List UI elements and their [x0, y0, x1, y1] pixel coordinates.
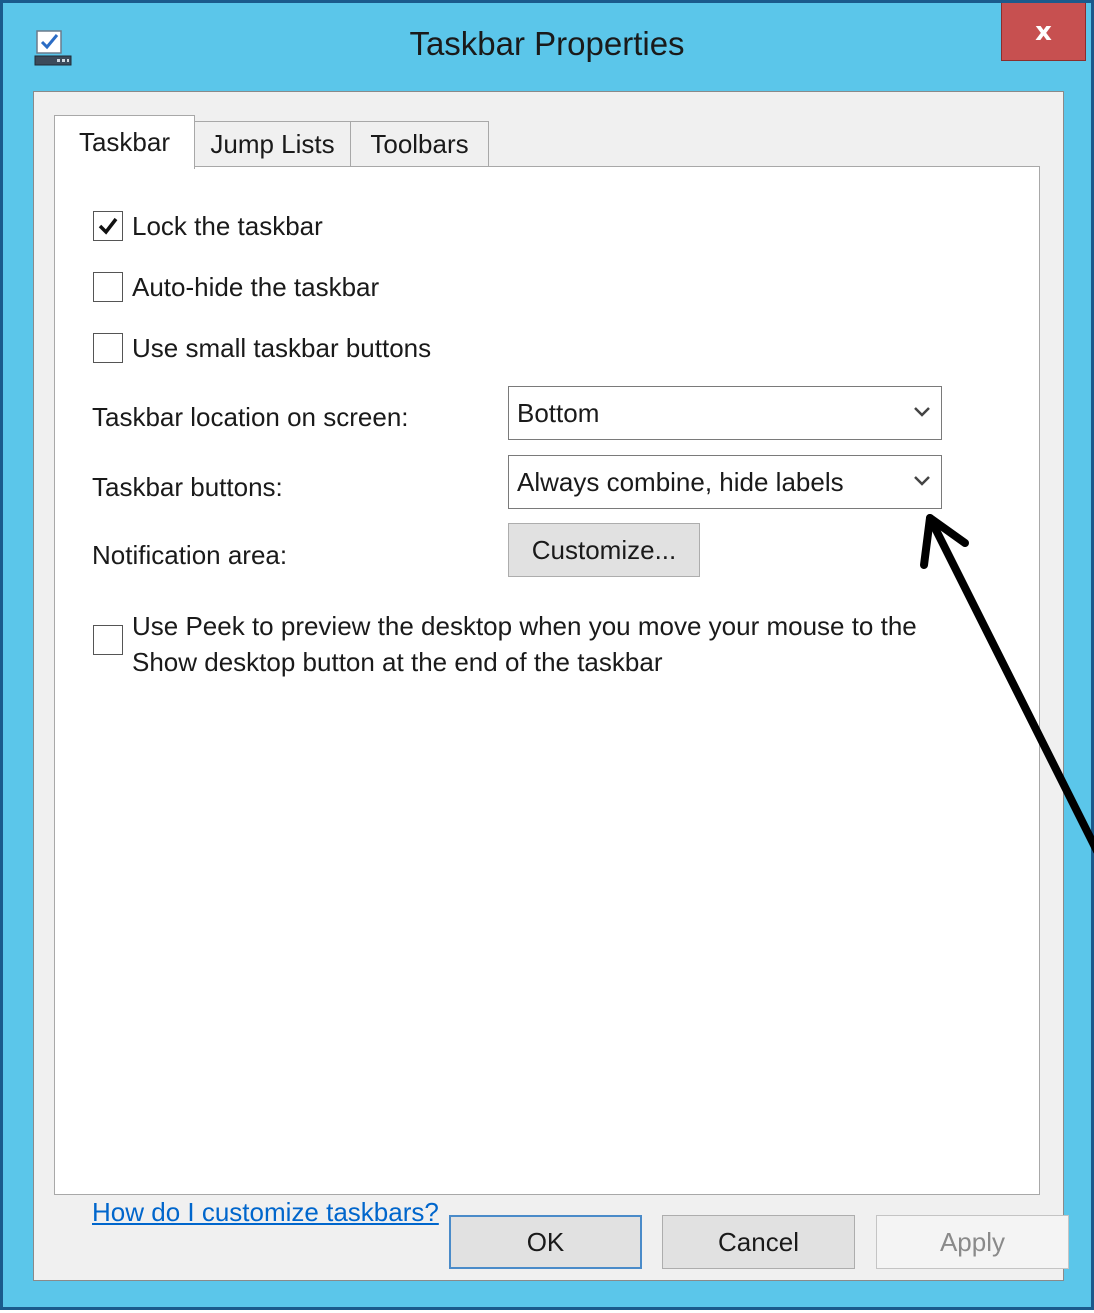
- lock-taskbar-checkbox[interactable]: [93, 211, 123, 241]
- dialog-client-area: Taskbar Jump Lists Toolbars Lock the tas…: [33, 91, 1069, 1281]
- auto-hide-checkbox[interactable]: [93, 272, 123, 302]
- close-icon: x: [1035, 16, 1052, 47]
- close-button[interactable]: x: [1001, 3, 1086, 61]
- peek-checkbox[interactable]: [93, 625, 123, 655]
- taskbar-buttons-dropdown[interactable]: Always combine, hide labels: [508, 455, 942, 509]
- ok-button[interactable]: OK: [449, 1215, 642, 1269]
- peek-label: Use Peek to preview the desktop when you…: [132, 608, 917, 680]
- tab-label: Toolbars: [370, 129, 469, 159]
- location-label: Taskbar location on screen:: [92, 402, 409, 432]
- small-buttons-label: Use small taskbar buttons: [132, 333, 432, 363]
- taskbar-buttons-value: Always combine, hide labels: [517, 466, 844, 497]
- title-bar[interactable]: Taskbar Properties x: [3, 3, 1091, 91]
- small-buttons-checkbox[interactable]: [93, 333, 123, 363]
- checkmark-icon: [98, 217, 118, 235]
- notification-area-label: Notification area:: [92, 540, 288, 570]
- tab-label: Taskbar: [78, 127, 171, 157]
- lock-taskbar-option[interactable]: Lock the taskbar: [93, 211, 323, 242]
- tab-label: Jump Lists: [210, 129, 335, 159]
- chevron-down-icon: [914, 476, 930, 486]
- tab-jump-lists[interactable]: Jump Lists: [194, 121, 351, 167]
- location-dropdown[interactable]: Bottom: [508, 386, 942, 440]
- window-title: Taskbar Properties: [409, 25, 685, 62]
- customize-button[interactable]: Customize...: [508, 523, 700, 577]
- lock-taskbar-label: Lock the taskbar: [132, 211, 323, 241]
- small-buttons-option[interactable]: Use small taskbar buttons: [93, 333, 431, 364]
- peek-label-line1: Use Peek to preview the desktop when you…: [132, 611, 917, 641]
- ok-button-label: OK: [526, 1226, 565, 1257]
- peek-label-line2: Show desktop button at the end of the ta…: [132, 647, 663, 677]
- cancel-button[interactable]: Cancel: [662, 1215, 855, 1269]
- apply-button[interactable]: Apply: [876, 1215, 1069, 1269]
- peek-option[interactable]: Use Peek to preview the desktop when you…: [93, 608, 917, 680]
- taskbar-tab-panel: Lock the taskbar Auto-hide the taskbar U…: [54, 166, 1040, 1227]
- help-link[interactable]: How do I customize taskbars?: [92, 1197, 439, 1228]
- taskbar-buttons-label: Taskbar buttons:: [92, 472, 283, 502]
- taskbar-properties-dialog: Taskbar Properties x Taskbar Jump Lists …: [0, 0, 1094, 1310]
- apply-button-label: Apply: [939, 1226, 1006, 1257]
- auto-hide-label: Auto-hide the taskbar: [132, 272, 380, 302]
- cancel-button-label: Cancel: [718, 1226, 799, 1257]
- location-value: Bottom: [517, 397, 600, 428]
- auto-hide-option[interactable]: Auto-hide the taskbar: [93, 272, 379, 303]
- tab-taskbar[interactable]: Taskbar: [54, 115, 195, 169]
- chevron-down-icon: [914, 407, 930, 417]
- tab-toolbars[interactable]: Toolbars: [350, 121, 489, 167]
- customize-button-label: Customize...: [531, 534, 677, 565]
